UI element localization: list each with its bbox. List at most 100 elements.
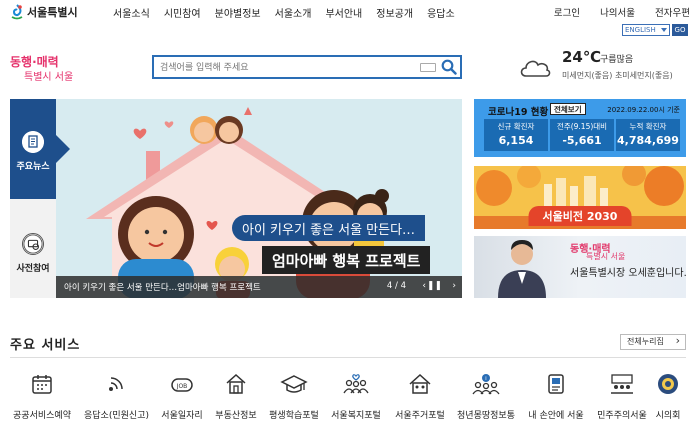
seoul-logo-icon <box>11 4 23 20</box>
service-label: 평생학습포털 <box>269 411 319 421</box>
mayor-banner[interactable]: 동행·매력 특별시 서울 서울특별시장 오세훈입니다. <box>474 236 686 298</box>
covid-stat-label: 전주(9.15)대비 <box>556 122 608 131</box>
service-item-eungdapso[interactable]: 응답소(민원신고) <box>84 372 149 421</box>
cloud-icon <box>520 60 551 77</box>
calendar-icon <box>32 375 52 394</box>
language-dropdown[interactable]: ENGLISH <box>622 24 670 36</box>
services-list: 공공서비스예약 응답소(민원신고) JOB 서울일자리 부동산정보 평생학습포털… <box>0 372 700 432</box>
service-label: 부동산정보 <box>215 411 257 421</box>
nav-item-about-seoul[interactable]: 서울소개 <box>275 5 312 20</box>
service-item-welfare-portal[interactable]: 서울복지포털 <box>324 372 388 421</box>
hero-title-line-2: 엄마아빠 행복 프로젝트 <box>262 246 431 274</box>
service-label: 내 손안에 서울 <box>528 411 584 421</box>
mobile-news-icon <box>548 374 564 394</box>
covid-stat-weekly-change: 전주(9.15)대비 -5,661 <box>550 119 614 151</box>
service-item-housing-portal[interactable]: 서울주거포털 <box>388 372 452 421</box>
covid-date: 2022.09.22.00시 기준 <box>607 106 680 114</box>
carousel-caption-bar: 아이 키우기 좋은 서울 만든다…엄마아빠 행복 프로젝트 4 / 4 ‹ ❚❚… <box>56 276 462 298</box>
chevron-down-icon <box>661 28 667 32</box>
covid-stat-new: 신규 확진자 6,154 <box>484 119 548 151</box>
assembly-icon <box>611 374 633 394</box>
carousel-pause-icon[interactable]: ❚❚ <box>427 281 442 291</box>
covid-stat-label: 신규 확진자 <box>497 122 535 131</box>
carousel-tabs: 주요뉴스 사전참여 <box>10 99 70 298</box>
svg-text:i: i <box>485 376 486 382</box>
people-heart-icon <box>343 374 369 394</box>
tab-main-news[interactable]: 주요뉴스 <box>10 99 70 199</box>
slogan-line-1: 동행·매력 <box>10 54 59 69</box>
language-dropdown-value: ENGLISH <box>625 26 656 34</box>
seoul-vision-2030-banner[interactable]: 서울비전 2030 <box>474 166 686 229</box>
carousel-next-icon[interactable]: › <box>452 281 456 291</box>
covid-view-all-button[interactable]: 전체보기 <box>550 103 586 115</box>
covid-stat-value: 4,784,699 <box>617 134 679 147</box>
participation-icon <box>22 233 44 255</box>
covid-title: 코로나19 현황 <box>488 107 549 118</box>
services-title: 주요 서비스 <box>10 338 81 353</box>
service-item-seoul-in-my-hand[interactable]: 내 손안에 서울 <box>524 372 588 421</box>
covid-stat-cumulative: 누적 확진자 4,784,699 <box>616 119 680 151</box>
my-seoul-link[interactable]: 나의서울 <box>600 5 635 19</box>
graduation-cap-icon <box>280 375 308 393</box>
carousel-prev-icon[interactable]: ‹ <box>422 281 426 291</box>
fine-dust-status: 미세먼지(좋음) 초미세먼지(좋음) <box>562 71 673 80</box>
svg-text:JOB: JOB <box>176 383 188 390</box>
search-box <box>152 55 462 79</box>
nav-item-field-info[interactable]: 분야별정보 <box>215 5 261 20</box>
logo-text: 서울특별시 <box>27 6 78 19</box>
service-item-city-council[interactable]: 시의회 <box>638 372 698 421</box>
youth-icon: i <box>472 374 500 395</box>
service-item-youth-info[interactable]: i 청년몽땅정보통 <box>454 372 518 421</box>
service-label: 청년몽땅정보통 <box>457 411 515 421</box>
utility-links: 로그인 나의서울 전자우편 <box>534 5 690 19</box>
service-item-lifelong-learning[interactable]: 평생학습포털 <box>262 372 326 421</box>
hero-title-line-1: 아이 키우기 좋은 서울 만든다… <box>232 215 426 241</box>
mayor-banner-text: 서울특별시장 오세훈입니다. <box>570 268 686 279</box>
vision-banner-title: 서울비전 2030 <box>528 206 632 226</box>
home-group-icon <box>409 373 431 394</box>
nav-item-departments[interactable]: 부서안내 <box>325 5 362 20</box>
main-nav: 서울소식 시민참여 분야별정보 서울소개 부서안내 정보공개 응답소 <box>113 5 469 20</box>
search-input[interactable] <box>160 61 410 75</box>
service-label: 서울복지포털 <box>331 411 381 421</box>
service-item-real-estate[interactable]: 부동산정보 <box>204 372 268 421</box>
main-news-carousel: 주요뉴스 사전참여 아이 키우기 좋은 서울 만든다… 엄마아빠 행복 프로젝트… <box>10 99 462 298</box>
covid-stat-value: 6,154 <box>498 134 534 147</box>
email-link[interactable]: 전자우편 <box>655 5 690 19</box>
brand-slogan-logo[interactable]: 동행·매력 특별시 서울 <box>10 52 90 84</box>
seoul-logo[interactable]: 서울특별시 <box>10 4 78 20</box>
nav-item-citizen-participation[interactable]: 시민참여 <box>164 5 201 20</box>
top-bar: 서울특별시 서울소식 시민참여 분야별정보 서울소개 부서안내 정보공개 응답소… <box>0 0 700 30</box>
signal-icon <box>109 377 123 391</box>
job-icon: JOB <box>171 378 193 392</box>
slogan-line-2: 특별시 서울 <box>24 71 73 83</box>
weather-widget: 24℃ 구름많음 미세먼지(좋음) 초미세먼지(좋음) <box>518 46 698 86</box>
mayor-portrait <box>498 240 546 298</box>
temperature: 24℃ <box>562 48 602 66</box>
service-label: 공공서비스예약 <box>13 411 71 421</box>
covid-stat-value: -5,661 <box>562 134 602 147</box>
carousel-caption[interactable]: 아이 키우기 좋은 서울 만든다…엄마아빠 행복 프로젝트 <box>64 281 261 293</box>
search-icon[interactable] <box>441 59 457 75</box>
tab-main-news-label: 주요뉴스 <box>16 162 50 172</box>
keyboard-icon[interactable] <box>420 63 436 72</box>
covid-stat-label: 누적 확진자 <box>629 122 667 131</box>
carousel-counter: 4 / 4 <box>386 281 406 291</box>
language-go-button[interactable]: GO <box>672 24 688 36</box>
nav-item-eungdapso[interactable]: 응답소 <box>427 5 455 20</box>
tab-pre-participation[interactable]: 사전참여 <box>10 199 56 298</box>
covid-status-panel: 코로나19 현황 전체보기 2022.09.22.00시 기준 신규 확진자 6… <box>474 99 686 157</box>
nav-item-info-disclosure[interactable]: 정보공개 <box>376 5 413 20</box>
all-sites-button[interactable]: 전체누리집 <box>620 334 686 350</box>
mayor-banner-slogan-sub: 특별시 서울 <box>586 252 626 261</box>
weather-status: 구름많음 <box>600 55 634 65</box>
language-selector: ENGLISH GO <box>622 24 688 36</box>
council-icon <box>658 374 678 394</box>
service-label: 시의회 <box>655 411 681 421</box>
service-label: 서울주거포털 <box>395 411 445 421</box>
login-link[interactable]: 로그인 <box>554 5 580 19</box>
house-icon <box>226 373 246 394</box>
nav-item-seoul-news[interactable]: 서울소식 <box>113 5 150 20</box>
service-label: 응답소(민원신고) <box>84 411 149 421</box>
service-item-public-reservation[interactable]: 공공서비스예약 <box>10 372 74 421</box>
